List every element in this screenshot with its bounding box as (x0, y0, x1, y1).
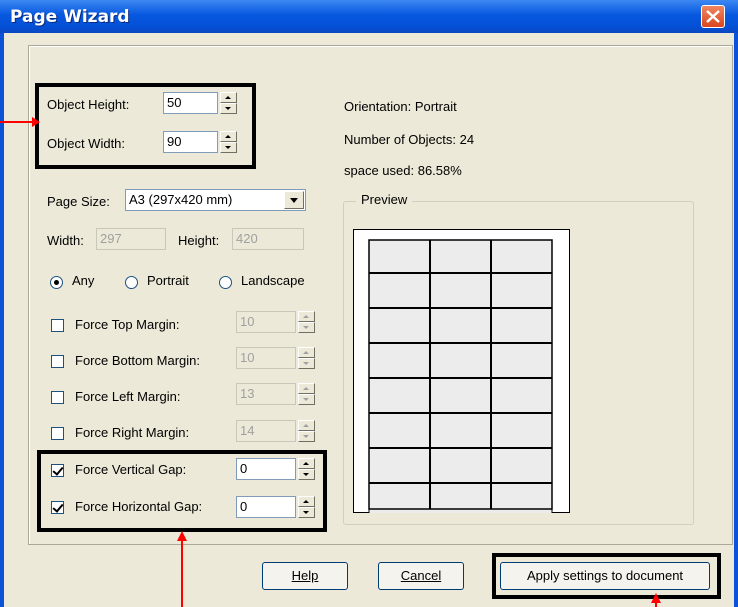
arrow-right-icon (0, 117, 40, 127)
page-size-label: Page Size: (47, 194, 110, 209)
arrow-up-icon (651, 593, 661, 607)
close-icon (706, 10, 720, 23)
number-of-objects-info: Number of Objects: 24 (344, 132, 475, 147)
force-right-margin-checkbox[interactable] (51, 427, 64, 440)
radio-landscape-label: Landscape (241, 273, 305, 288)
arrow-up-icon (177, 531, 187, 607)
title-bar[interactable]: Page Wizard (0, 0, 738, 33)
preview-grid (368, 239, 553, 513)
force-bottom-margin-label: Force Bottom Margin: (75, 353, 200, 368)
height-label: Height: (178, 233, 220, 248)
force-left-margin-input[interactable]: 13 (236, 383, 296, 405)
preview-group-title: Preview (356, 192, 413, 207)
space-used-info: space used: 86.58% (344, 163, 462, 178)
highlight-object-size (35, 83, 256, 169)
force-top-margin-label: Force Top Margin: (75, 317, 180, 332)
force-top-margin-checkbox[interactable] (51, 319, 64, 332)
radio-any-label: Any (72, 273, 95, 288)
force-right-margin-spinner[interactable] (298, 420, 315, 442)
width-input[interactable]: 297 (96, 228, 166, 250)
force-right-margin-label: Force Right Margin: (75, 425, 190, 440)
help-button[interactable]: Help (262, 562, 348, 590)
force-left-margin-checkbox[interactable] (51, 391, 64, 404)
force-left-margin-spinner[interactable] (298, 383, 315, 405)
cancel-button[interactable]: Cancel (378, 562, 464, 590)
help-button-label: Help (291, 568, 319, 583)
orientation-info: Orientation: Portrait (344, 99, 457, 114)
radio-portrait[interactable] (125, 276, 138, 289)
highlight-gap-options (37, 450, 327, 532)
window-title: Page Wizard (10, 7, 130, 27)
preview-area (368, 239, 553, 513)
page-size-value: A3 (297x420 mm) (129, 192, 233, 207)
force-bottom-margin-spinner[interactable] (298, 347, 315, 369)
width-label: Width: (47, 233, 84, 248)
preview-page (353, 229, 570, 513)
chevron-down-icon[interactable] (284, 191, 304, 209)
force-right-margin-input[interactable]: 14 (236, 420, 296, 442)
height-input[interactable]: 420 (232, 228, 304, 250)
close-button[interactable] (701, 5, 725, 28)
radio-portrait-label: Portrait (147, 273, 189, 288)
force-top-margin-spinner[interactable] (298, 311, 315, 333)
force-left-margin-label: Force Left Margin: (75, 389, 181, 404)
page-size-select[interactable]: A3 (297x420 mm) (125, 189, 306, 211)
cancel-button-label: Cancel (400, 568, 442, 583)
force-bottom-margin-checkbox[interactable] (51, 355, 64, 368)
radio-any[interactable] (50, 276, 63, 289)
highlight-apply-button (492, 553, 721, 599)
force-bottom-margin-input[interactable]: 10 (236, 347, 296, 369)
radio-landscape[interactable] (219, 276, 232, 289)
force-top-margin-input[interactable]: 10 (236, 311, 296, 333)
